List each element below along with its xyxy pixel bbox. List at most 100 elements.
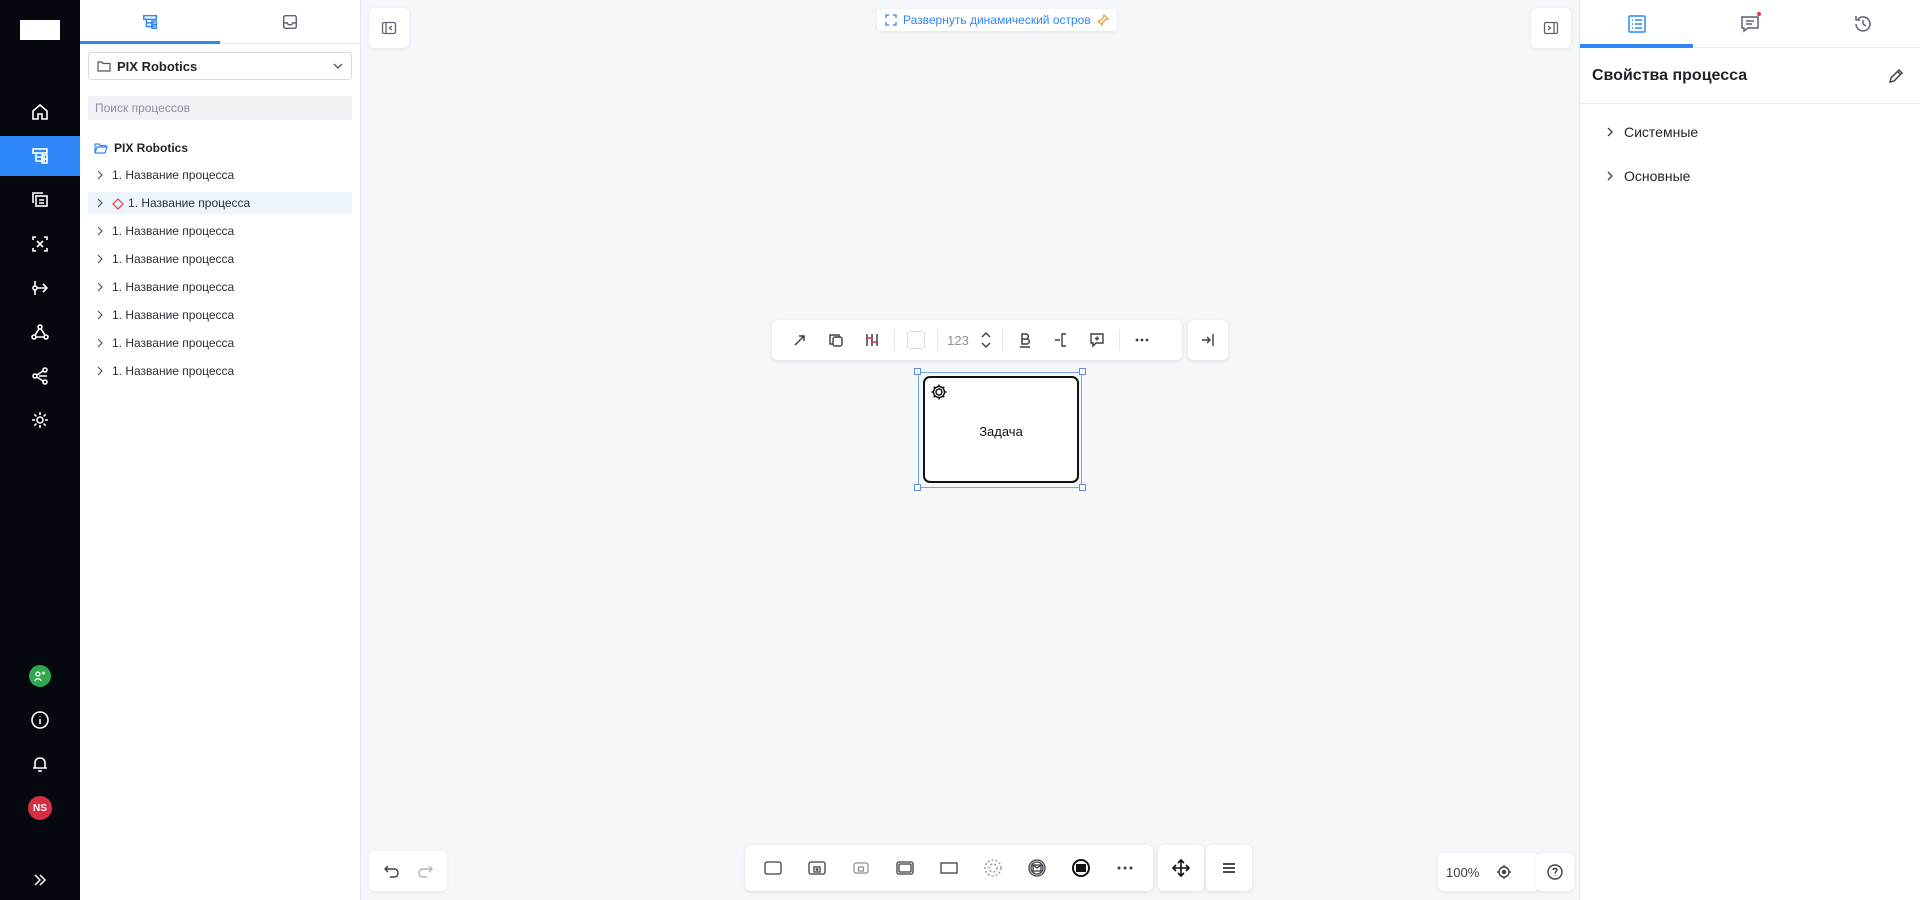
redo-button[interactable] xyxy=(416,862,434,880)
rail-share-button[interactable] xyxy=(0,356,80,396)
font-size-stepper[interactable] xyxy=(974,324,998,356)
tab-comments[interactable] xyxy=(1693,0,1806,47)
rail-info-button[interactable] xyxy=(0,700,80,740)
add-comment-button[interactable] xyxy=(1079,324,1115,356)
enter-icon xyxy=(1200,332,1216,348)
bell-icon xyxy=(30,754,50,774)
tree-row[interactable]: 1. Название процесса xyxy=(88,248,352,270)
scan-icon xyxy=(30,234,50,254)
tree-row[interactable]: 1. Название процесса xyxy=(88,220,352,242)
edit-pencil-icon[interactable] xyxy=(1888,68,1904,84)
app-rail: NS xyxy=(0,0,80,900)
arrow-icon xyxy=(792,332,808,348)
properties-title: Свойства процесса xyxy=(1592,66,1748,84)
connect-tool-button[interactable] xyxy=(782,324,818,356)
rail-home-button[interactable] xyxy=(0,92,80,132)
tab-properties[interactable] xyxy=(1580,0,1694,48)
chevron-right-icon[interactable] xyxy=(96,282,106,292)
task-node[interactable]: Задача xyxy=(923,376,1079,483)
tree-row[interactable]: 1. Название процесса xyxy=(88,276,352,298)
palette-rectangle[interactable] xyxy=(929,848,969,888)
stack-icon xyxy=(30,190,50,210)
section-main[interactable]: Основные xyxy=(1606,166,1690,186)
collapse-left-panel-button[interactable] xyxy=(369,8,409,48)
more-horizontal-icon xyxy=(1134,332,1150,348)
rail-expand-button[interactable] xyxy=(0,860,80,900)
more-actions-button[interactable] xyxy=(1124,324,1160,356)
tab-inbox[interactable] xyxy=(220,0,360,43)
panel-right-icon xyxy=(1543,20,1559,36)
section-system[interactable]: Системные xyxy=(1606,122,1698,142)
tab-process-tree[interactable] xyxy=(80,0,220,44)
service-task-gear-icon xyxy=(929,382,949,402)
diagram-canvas[interactable]: Развернуть динамический остров 123 Задач… xyxy=(361,0,1579,900)
change-type-button[interactable] xyxy=(854,324,890,356)
tab-history[interactable] xyxy=(1807,0,1920,47)
resize-handle[interactable] xyxy=(1079,484,1086,491)
collapse-right-panel-button[interactable] xyxy=(1531,8,1571,48)
resize-handle[interactable] xyxy=(1079,368,1086,375)
undo-button[interactable] xyxy=(383,862,401,880)
rail-flow-button[interactable] xyxy=(0,268,80,308)
palette-end-message-event[interactable] xyxy=(1061,848,1101,888)
help-button[interactable] xyxy=(1536,853,1574,891)
font-size-value[interactable]: 123 xyxy=(942,333,974,348)
rail-stack-button[interactable] xyxy=(0,180,80,220)
rail-notifications-button[interactable] xyxy=(0,744,80,784)
chevron-down-icon xyxy=(333,63,343,69)
zoom-control[interactable]: 100% xyxy=(1438,853,1540,891)
resize-handle[interactable] xyxy=(914,484,921,491)
process-search-input[interactable] xyxy=(88,96,352,120)
more-horizontal-icon xyxy=(1116,859,1134,877)
task-label: Задача xyxy=(979,424,1023,439)
target-icon[interactable] xyxy=(1496,864,1512,880)
resize-handle[interactable] xyxy=(914,368,921,375)
chevron-right-icon[interactable] xyxy=(96,170,106,180)
palette-subprocess[interactable] xyxy=(797,848,837,888)
palette-event[interactable] xyxy=(973,848,1013,888)
chevron-right-icon[interactable] xyxy=(96,310,106,320)
tree-root[interactable]: PIX Robotics xyxy=(94,140,188,156)
comment-plus-icon xyxy=(1089,332,1105,348)
tree-row[interactable]: 1. Название процесса xyxy=(88,332,352,354)
chevron-right-icon[interactable] xyxy=(96,226,106,236)
duplicate-button[interactable] xyxy=(818,324,854,356)
rail-network-button[interactable] xyxy=(0,312,80,352)
subprocess-icon xyxy=(807,860,827,876)
tree-row[interactable]: 1. Название процесса xyxy=(88,304,352,326)
palette-more-button[interactable] xyxy=(1105,848,1145,888)
project-select[interactable]: PIX Robotics xyxy=(88,52,352,80)
info-icon xyxy=(30,710,50,730)
open-subprocess-button[interactable] xyxy=(1188,320,1228,360)
chevron-right-icon[interactable] xyxy=(96,366,106,376)
rail-processes-button[interactable] xyxy=(0,136,80,176)
chevron-right-icon[interactable] xyxy=(96,338,106,348)
expand-island-button[interactable]: Развернуть динамический остров xyxy=(877,9,1117,31)
rail-scan-button[interactable] xyxy=(0,224,80,264)
palette-task[interactable] xyxy=(753,848,793,888)
tree-row[interactable]: 1. Название процесса xyxy=(88,360,352,382)
tree-row[interactable]: 1. Название процесса xyxy=(88,192,352,214)
align-button[interactable] xyxy=(1043,324,1079,356)
pan-tool-button[interactable] xyxy=(1158,845,1204,891)
palette-call-activity[interactable] xyxy=(885,848,925,888)
chevron-right-icon[interactable] xyxy=(96,198,106,208)
rail-workspace-button[interactable] xyxy=(0,656,80,696)
fill-color-swatch[interactable] xyxy=(907,331,925,349)
double-chevron-right-icon xyxy=(32,872,48,888)
rail-profile-button[interactable]: NS xyxy=(0,788,80,828)
rail-settings-button[interactable] xyxy=(0,400,80,440)
tree-row[interactable]: 1. Название процесса xyxy=(88,164,352,186)
inbox-icon xyxy=(281,13,299,31)
menu-button[interactable] xyxy=(1206,845,1252,891)
palette-message-event[interactable] xyxy=(1017,848,1057,888)
text-style-button[interactable] xyxy=(1007,324,1043,356)
comment-icon xyxy=(1740,14,1760,34)
app-logo xyxy=(20,20,60,40)
event-dashed-circle-icon xyxy=(983,858,1003,878)
chevron-up-down-icon xyxy=(981,331,991,349)
toolbar-divider xyxy=(1119,329,1120,351)
palette-collapsed-subprocess[interactable] xyxy=(841,848,881,888)
gear-icon xyxy=(30,410,50,430)
chevron-right-icon[interactable] xyxy=(96,254,106,264)
